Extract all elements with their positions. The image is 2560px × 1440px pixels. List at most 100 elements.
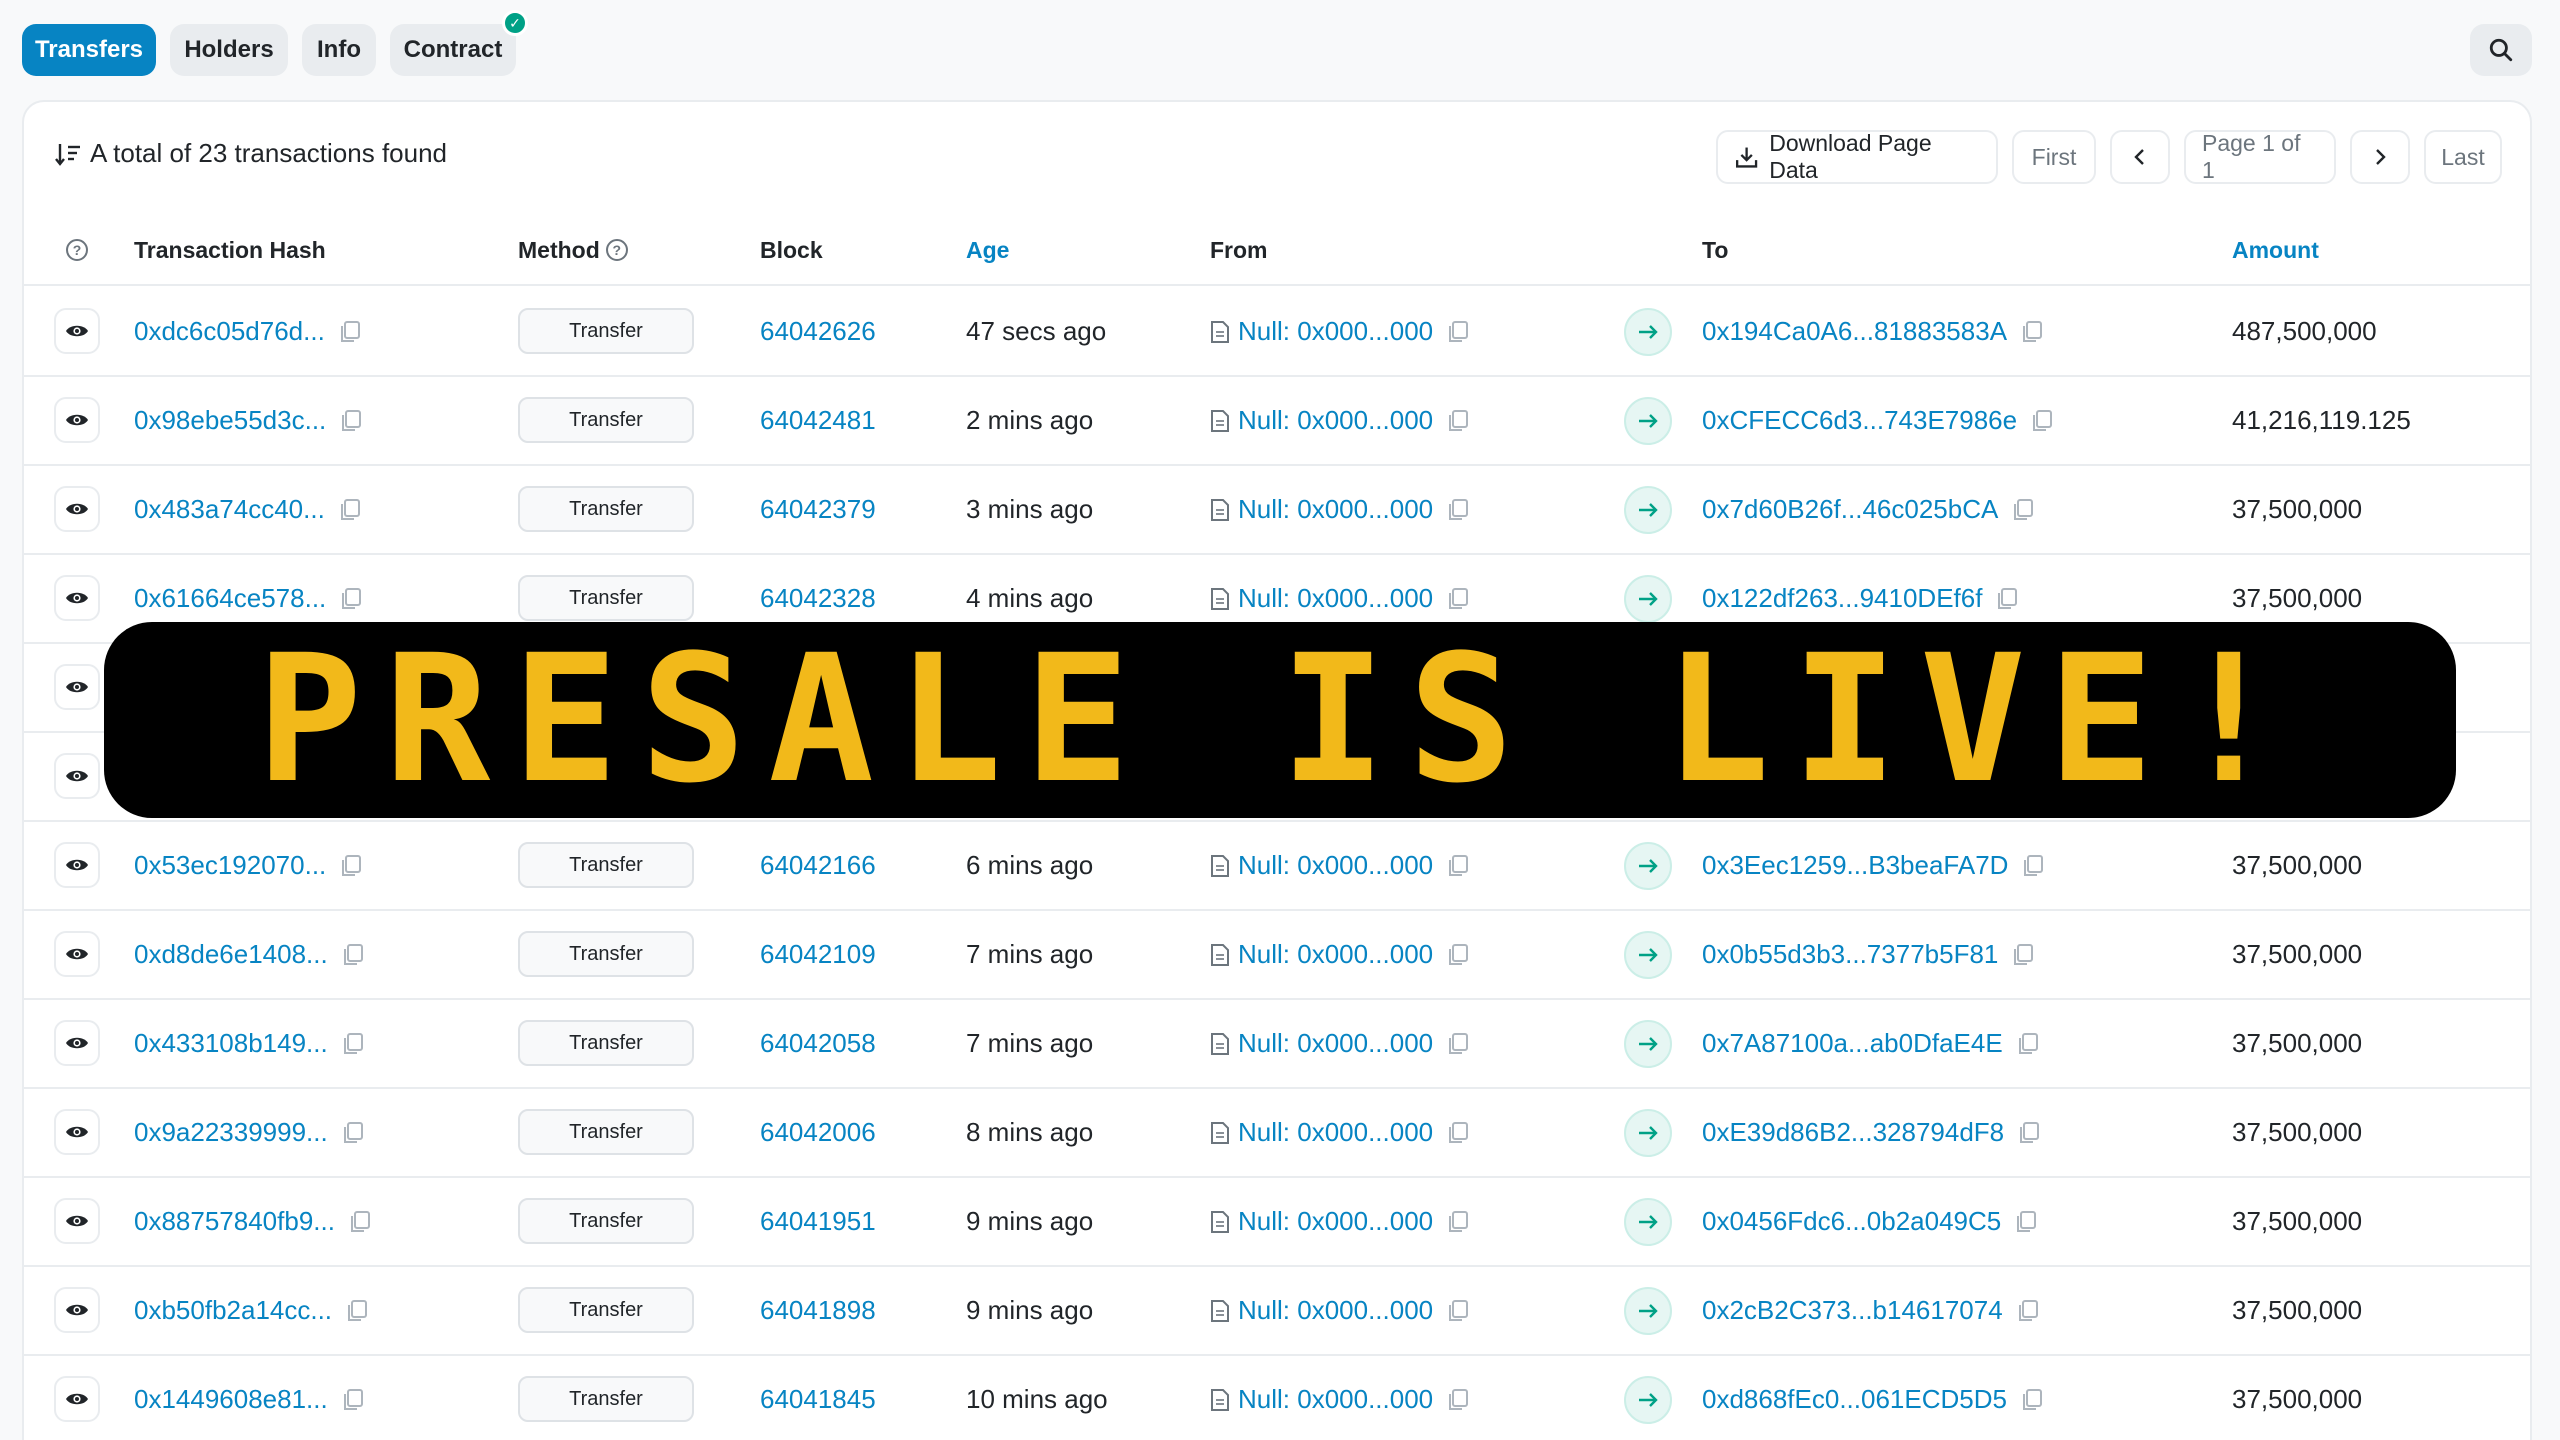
view-details-button[interactable] xyxy=(54,397,100,443)
block-link[interactable]: 64041898 xyxy=(760,1267,876,1354)
copy-icon[interactable] xyxy=(2018,1121,2040,1145)
copy-icon[interactable] xyxy=(1447,943,1469,967)
view-details-button[interactable] xyxy=(54,1109,100,1155)
copy-icon[interactable] xyxy=(1447,854,1469,878)
search-button[interactable] xyxy=(2470,24,2532,76)
copy-icon[interactable] xyxy=(2012,943,2034,967)
from-address-link[interactable]: Null: 0x000...000 xyxy=(1238,1117,1433,1148)
view-details-button[interactable] xyxy=(54,1376,100,1422)
view-details-button[interactable] xyxy=(54,308,100,354)
to-address-link[interactable]: 0xCFECC6d3...743E7986e xyxy=(1702,405,2017,436)
copy-icon[interactable] xyxy=(1447,1121,1469,1145)
view-details-button[interactable] xyxy=(54,842,100,888)
copy-icon[interactable] xyxy=(349,1210,371,1234)
to-address-link[interactable]: 0x194Ca0A6...81883583A xyxy=(1702,316,2007,347)
last-page-button[interactable]: Last xyxy=(2424,130,2502,184)
view-details-button[interactable] xyxy=(54,575,100,621)
from-address-link[interactable]: Null: 0x000...000 xyxy=(1238,405,1433,436)
tab-contract[interactable]: Contract xyxy=(390,24,516,76)
tx-hash-link[interactable]: 0x433108b149... xyxy=(134,1028,328,1059)
copy-icon[interactable] xyxy=(1447,1299,1469,1323)
from-address-link[interactable]: Null: 0x000...000 xyxy=(1238,583,1433,614)
copy-icon[interactable] xyxy=(1447,409,1469,433)
from-address-link[interactable]: Null: 0x000...000 xyxy=(1238,850,1433,881)
tab-holders[interactable]: Holders xyxy=(170,24,288,76)
copy-icon[interactable] xyxy=(1447,1032,1469,1056)
copy-icon[interactable] xyxy=(340,409,362,433)
next-page-button[interactable] xyxy=(2350,130,2410,184)
copy-icon[interactable] xyxy=(342,943,364,967)
copy-icon[interactable] xyxy=(1447,1210,1469,1234)
copy-icon[interactable] xyxy=(1447,320,1469,344)
to-address-link[interactable]: 0x0456Fdc6...0b2a049C5 xyxy=(1702,1206,2001,1237)
view-details-button[interactable] xyxy=(54,1287,100,1333)
block-link[interactable]: 64042379 xyxy=(760,466,876,553)
copy-icon[interactable] xyxy=(339,498,361,522)
to-address-link[interactable]: 0x122df263...9410DEf6f xyxy=(1702,583,1982,614)
copy-icon[interactable] xyxy=(342,1388,364,1412)
to-address-link[interactable]: 0xd868fEc0...061ECD5D5 xyxy=(1702,1384,2007,1415)
tab-info[interactable]: Info xyxy=(302,24,376,76)
from-address-link[interactable]: Null: 0x000...000 xyxy=(1238,1384,1433,1415)
copy-icon[interactable] xyxy=(2015,1210,2037,1234)
first-page-button[interactable]: First xyxy=(2012,130,2096,184)
from-address-link[interactable]: Null: 0x000...000 xyxy=(1238,1206,1433,1237)
copy-icon[interactable] xyxy=(342,1032,364,1056)
to-address-link[interactable]: 0x7A87100a...ab0DfaE4E xyxy=(1702,1028,2003,1059)
prev-page-button[interactable] xyxy=(2110,130,2170,184)
copy-icon[interactable] xyxy=(2012,498,2034,522)
tab-transfers[interactable]: Transfers xyxy=(22,24,156,76)
view-details-button[interactable] xyxy=(54,1198,100,1244)
tx-hash-link[interactable]: 0x98ebe55d3c... xyxy=(134,405,326,436)
tx-hash-link[interactable]: 0xdc6c05d76d... xyxy=(134,316,325,347)
view-details-button[interactable] xyxy=(54,1020,100,1066)
to-address-link[interactable]: 0x7d60B26f...46c025bCA xyxy=(1702,494,1998,525)
header-age[interactable]: Age xyxy=(966,214,1009,286)
copy-icon[interactable] xyxy=(342,1121,364,1145)
block-link[interactable]: 64042109 xyxy=(760,911,876,998)
block-link[interactable]: 64042058 xyxy=(760,1000,876,1087)
copy-icon[interactable] xyxy=(339,320,361,344)
block-link[interactable]: 64042481 xyxy=(760,377,876,464)
copy-icon[interactable] xyxy=(340,587,362,611)
copy-icon[interactable] xyxy=(340,854,362,878)
from-address-link[interactable]: Null: 0x000...000 xyxy=(1238,1295,1433,1326)
copy-icon[interactable] xyxy=(2017,1032,2039,1056)
block-link[interactable]: 64042166 xyxy=(760,822,876,909)
block-link[interactable]: 64041845 xyxy=(760,1356,876,1440)
tx-hash-link[interactable]: 0x1449608e81... xyxy=(134,1384,328,1415)
view-details-button[interactable] xyxy=(54,486,100,532)
from-address-link[interactable]: Null: 0x000...000 xyxy=(1238,939,1433,970)
to-address-link[interactable]: 0x3Eec1259...B3beaFA7D xyxy=(1702,850,2008,881)
header-help-icon[interactable]: ? xyxy=(66,214,88,286)
copy-icon[interactable] xyxy=(1996,587,2018,611)
copy-icon[interactable] xyxy=(1447,587,1469,611)
to-address-link[interactable]: 0x0b55d3b3...7377b5F81 xyxy=(1702,939,1998,970)
block-link[interactable]: 64041951 xyxy=(760,1178,876,1265)
sort-icon[interactable] xyxy=(54,141,82,167)
view-details-button[interactable] xyxy=(54,931,100,977)
to-address-link[interactable]: 0xE39d86B2...328794dF8 xyxy=(1702,1117,2004,1148)
from-address-link[interactable]: Null: 0x000...000 xyxy=(1238,494,1433,525)
view-details-button[interactable] xyxy=(54,753,100,799)
block-link[interactable]: 64042626 xyxy=(760,288,876,375)
from-address-link[interactable]: Null: 0x000...000 xyxy=(1238,316,1433,347)
tx-hash-link[interactable]: 0x61664ce578... xyxy=(134,583,326,614)
header-amount[interactable]: Amount xyxy=(2232,214,2319,286)
copy-icon[interactable] xyxy=(2021,320,2043,344)
copy-icon[interactable] xyxy=(2022,854,2044,878)
block-link[interactable]: 64042006 xyxy=(760,1089,876,1176)
to-address-link[interactable]: 0x2cB2C373...b14617074 xyxy=(1702,1295,2003,1326)
copy-icon[interactable] xyxy=(346,1299,368,1323)
tx-hash-link[interactable]: 0xb50fb2a14cc... xyxy=(134,1295,332,1326)
copy-icon[interactable] xyxy=(1447,1388,1469,1412)
tx-hash-link[interactable]: 0x53ec192070... xyxy=(134,850,326,881)
copy-icon[interactable] xyxy=(2021,1388,2043,1412)
tx-hash-link[interactable]: 0x9a22339999... xyxy=(134,1117,328,1148)
tx-hash-link[interactable]: 0x88757840fb9... xyxy=(134,1206,335,1237)
tx-hash-link[interactable]: 0x483a74cc40... xyxy=(134,494,325,525)
tx-hash-link[interactable]: 0xd8de6e1408... xyxy=(134,939,328,970)
from-address-link[interactable]: Null: 0x000...000 xyxy=(1238,1028,1433,1059)
copy-icon[interactable] xyxy=(2017,1299,2039,1323)
copy-icon[interactable] xyxy=(1447,498,1469,522)
